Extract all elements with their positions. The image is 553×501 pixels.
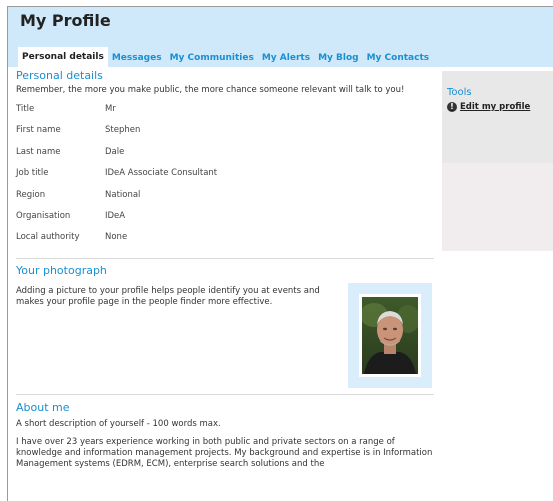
photograph-section: Your photograph Adding a picture to your… — [16, 264, 434, 394]
about-me-text: I have over 23 years experience working … — [16, 436, 433, 469]
edit-profile-label: Edit my profile — [460, 102, 531, 112]
field-value: IDeA — [105, 210, 126, 221]
profile-photo-frame — [348, 282, 432, 388]
field-row-title: Title Mr — [16, 99, 434, 120]
field-row-last-name: Last name Dale — [16, 142, 434, 163]
field-value: Mr — [105, 104, 116, 114]
field-row-local-authority: Local authority None — [16, 227, 434, 248]
tab-my-alerts[interactable]: My Alerts — [258, 50, 314, 67]
profile-photo — [362, 296, 418, 374]
field-value: National — [105, 189, 141, 200]
profile-photo-mat — [359, 293, 421, 377]
field-label: Local authority — [16, 232, 80, 243]
field-row-first-name: First name Stephen — [16, 120, 434, 141]
field-label: Last name — [16, 146, 61, 157]
field-row-region: Region National — [16, 185, 434, 206]
section-divider — [16, 393, 434, 395]
about-me-heading: About me — [16, 400, 70, 414]
section-divider — [16, 257, 434, 259]
main-content: Personal details Remember, the more you … — [16, 69, 434, 470]
tools-heading: Tools — [447, 87, 472, 98]
tab-personal-details[interactable]: Personal details — [18, 47, 108, 67]
personal-details-heading: Personal details — [16, 69, 103, 82]
about-me-section: About me A short description of yourself… — [16, 401, 434, 470]
field-label: Region — [16, 189, 46, 200]
sidebar-lower-panel — [442, 163, 553, 251]
field-value: Dale — [105, 146, 125, 157]
profile-page: My Profile Personal details Messages My … — [7, 6, 553, 501]
personal-details-intro: Remember, the more you make public, the … — [16, 85, 405, 95]
edit-profile-link[interactable]: ! Edit my profile — [447, 102, 530, 112]
field-value: None — [105, 232, 128, 243]
personal-details-section: Personal details Remember, the more you … — [16, 69, 434, 249]
personal-details-fields: Title Mr First name Stephen Last name Da… — [16, 99, 434, 249]
field-row-job-title: Job title IDeA Associate Consultant — [16, 163, 434, 184]
field-label: Title — [16, 104, 35, 114]
page-header: My Profile Personal details Messages My … — [8, 7, 553, 67]
tab-my-contacts[interactable]: My Contacts — [363, 50, 434, 67]
field-value: Stephen — [105, 125, 141, 136]
field-label: Job title — [16, 168, 49, 179]
tools-sidebar: Tools ! Edit my profile — [442, 71, 553, 163]
tab-my-blog[interactable]: My Blog — [314, 50, 363, 67]
tab-messages[interactable]: Messages — [108, 50, 166, 67]
photograph-description: Adding a picture to your profile helps p… — [16, 285, 320, 307]
field-value: IDeA Associate Consultant — [105, 168, 218, 179]
field-row-organisation: Organisation IDeA — [16, 206, 434, 227]
photograph-heading: Your photograph — [16, 263, 107, 277]
page-title: My Profile — [20, 11, 111, 30]
tab-my-communities[interactable]: My Communities — [166, 50, 258, 67]
about-me-hint: A short description of yourself - 100 wo… — [16, 418, 221, 429]
field-label: Organisation — [16, 210, 71, 221]
field-label: First name — [16, 125, 61, 136]
tab-bar: Personal details Messages My Communities… — [18, 47, 433, 67]
alert-icon: ! — [447, 102, 457, 112]
